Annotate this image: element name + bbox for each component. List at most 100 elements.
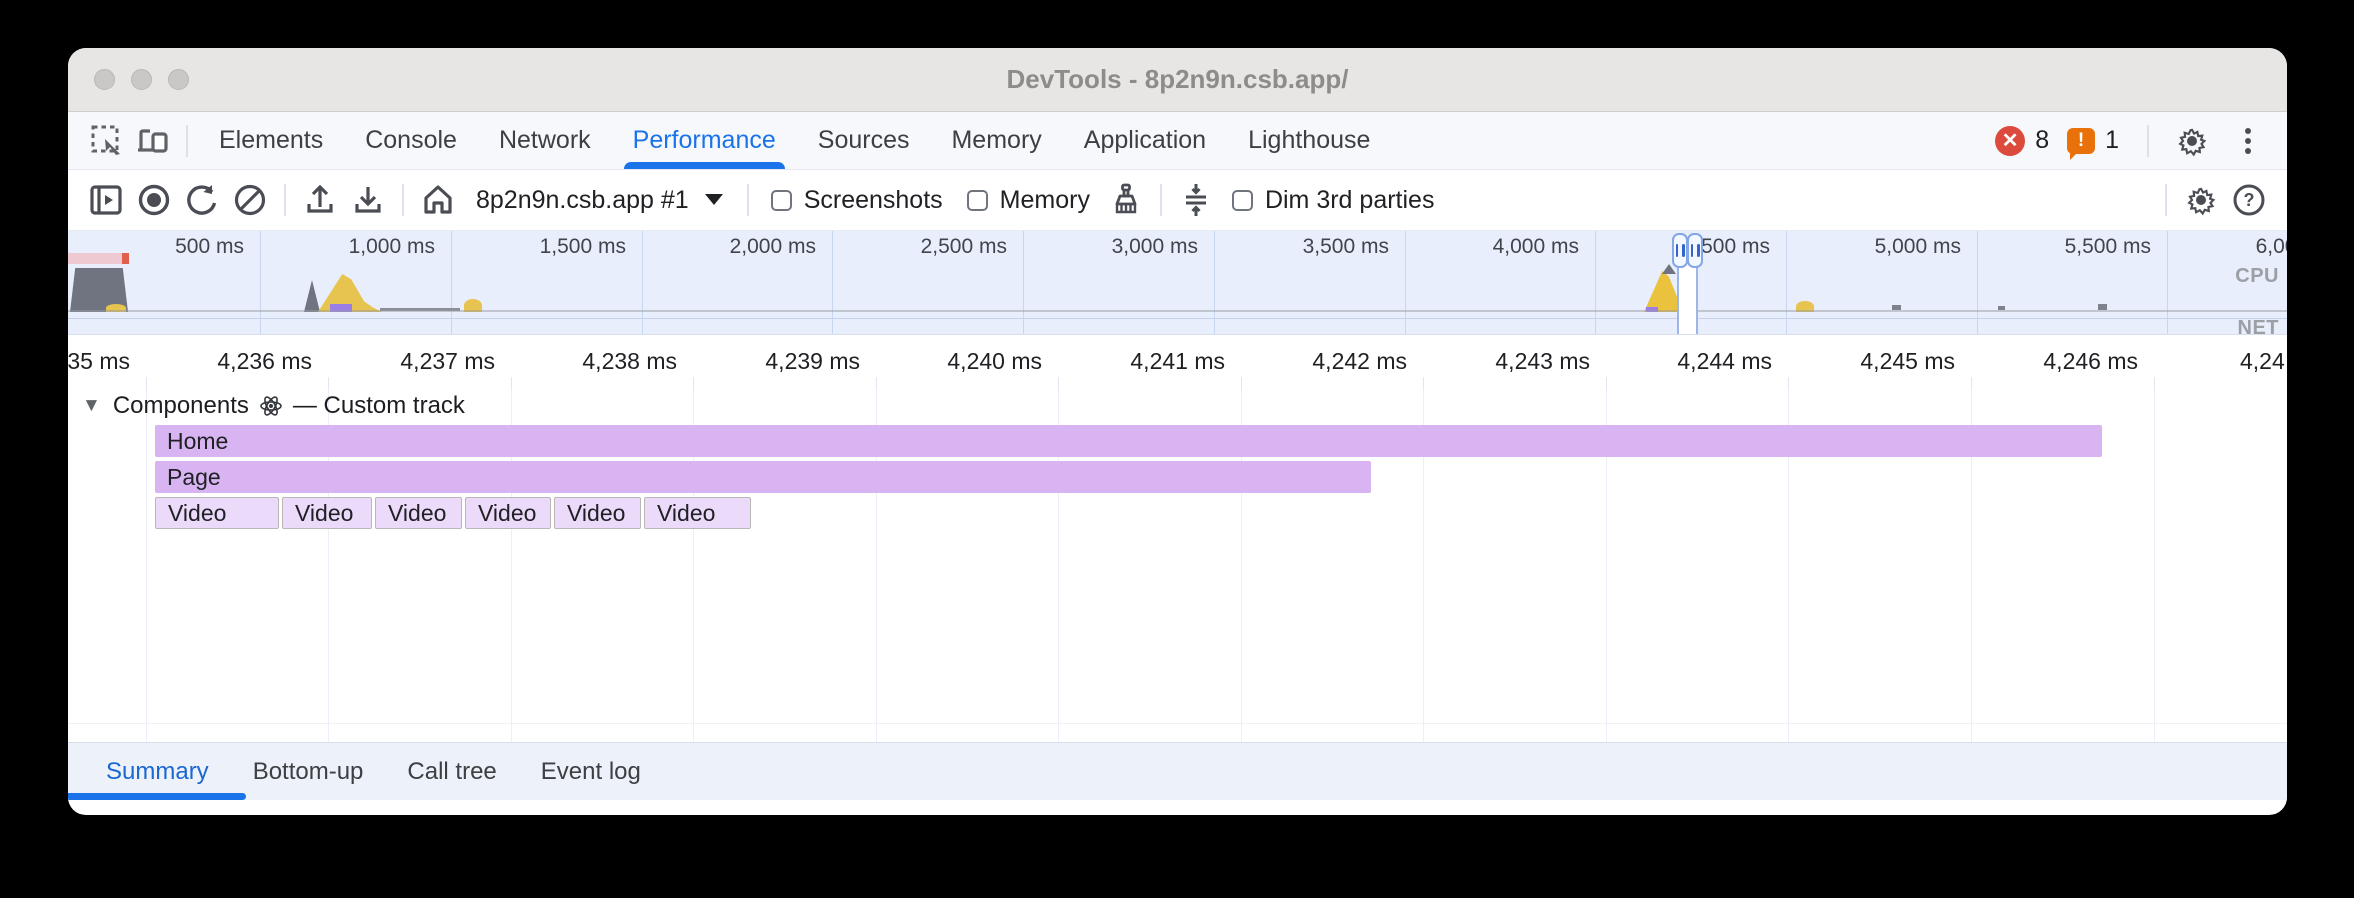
drawer-tab-bottom-up[interactable]: Bottom-up: [231, 743, 386, 800]
inspect-element-button[interactable]: [84, 119, 130, 163]
ruler-tick-mark: [1058, 377, 1059, 390]
gear-icon: [2175, 124, 2209, 158]
clear-button[interactable]: [226, 177, 274, 223]
home-button[interactable]: [414, 177, 462, 223]
devtools-window: DevTools - 8p2n9n.csb.app/ ElementsConso…: [68, 48, 2287, 815]
ruler-tick-label: 4,244 ms: [1602, 348, 1780, 375]
ruler-tick-label: 4,245 ms: [1785, 348, 1963, 375]
dim-3rd-parties-checkbox[interactable]: Dim 3rd parties: [1220, 186, 1447, 215]
tab-console[interactable]: Console: [344, 112, 478, 169]
window-controls: [94, 48, 189, 111]
drawer-tab-summary[interactable]: Summary: [84, 743, 231, 800]
cpu-strip-label: CPU: [2235, 265, 2279, 288]
overview-tick-label: 5,500 ms: [1981, 235, 2159, 259]
zoom-window-button[interactable]: [168, 69, 189, 90]
ruler-tick-label: 4,238 ms: [507, 348, 685, 375]
flame-bar-video[interactable]: Video: [375, 497, 462, 529]
disclosure-triangle-icon[interactable]: ▼: [82, 395, 101, 417]
drawer-tab-call-tree[interactable]: Call tree: [385, 743, 518, 800]
overview-tick-label: 6,000 ms: [2172, 235, 2287, 259]
ruler-tick-label: 4,237 ms: [325, 348, 503, 375]
custom-track-header[interactable]: ▼ Components — Custom track: [82, 392, 465, 420]
divider: [747, 184, 749, 216]
ruler-tick-label: 4,236 ms: [142, 348, 320, 375]
divider: [284, 184, 286, 216]
collect-garbage-button[interactable]: [1102, 177, 1150, 223]
overview-gridline: [1405, 231, 1406, 334]
selection-handle-right[interactable]: [1687, 233, 1703, 268]
screenshots-checkbox[interactable]: Screenshots: [759, 186, 955, 215]
track-title: Components: [113, 392, 249, 420]
target-selector-value: 8p2n9n.csb.app #1: [476, 186, 689, 215]
overview-gridline: [1214, 231, 1215, 334]
checkbox-label: Dim 3rd parties: [1265, 186, 1435, 215]
tab-application[interactable]: Application: [1063, 112, 1227, 169]
selection-handle-left[interactable]: [1672, 233, 1688, 268]
shortcuts-dialog-button[interactable]: [1172, 177, 1220, 223]
load-profile-button[interactable]: [296, 177, 344, 223]
ruler-tick-label: 4,240 ms: [872, 348, 1050, 375]
overview-gridline: [832, 231, 833, 334]
checkbox-box: [967, 190, 988, 211]
error-badge-icon[interactable]: ✕: [1995, 126, 2025, 156]
settings-button[interactable]: [2169, 119, 2215, 163]
divider: [186, 125, 188, 157]
panel-play-icon: [88, 182, 124, 218]
target-selector[interactable]: 8p2n9n.csb.app #1: [462, 186, 737, 215]
chevron-down-icon: [705, 194, 723, 214]
toggle-device-toolbar-button[interactable]: [130, 119, 176, 163]
overview-gridline: [451, 231, 452, 334]
record-button[interactable]: [130, 177, 178, 223]
ruler-tick-mark: [1971, 377, 1972, 390]
checkbox-label: Memory: [1000, 186, 1090, 215]
device-toolbar-icon: [136, 124, 170, 158]
ruler-tick-label: 4,246 ms: [1968, 348, 2146, 375]
tab-sources[interactable]: Sources: [797, 112, 931, 169]
flame-bar-video[interactable]: Video: [644, 497, 751, 529]
timeline-ruler[interactable]: 35 ms4,236 ms4,237 ms4,238 ms4,239 ms4,2…: [68, 335, 2287, 390]
flame-bar-video[interactable]: Video: [465, 497, 551, 529]
checkbox-label: Screenshots: [804, 186, 943, 215]
drawer-tabs: SummaryBottom-upCall treeEvent log: [84, 743, 663, 800]
tab-elements[interactable]: Elements: [198, 112, 344, 169]
overview-tick-label: 1,500 ms: [456, 235, 634, 259]
record-icon: [136, 182, 172, 218]
selection-window-line: [1677, 261, 1679, 334]
capture-settings-button[interactable]: [2177, 177, 2225, 223]
title-bar: DevTools - 8p2n9n.csb.app/: [68, 48, 2287, 112]
flame-bar-page[interactable]: Page: [155, 461, 1371, 493]
flame-bar-video[interactable]: Video: [554, 497, 641, 529]
ruler-tick-mark: [146, 377, 147, 390]
tab-network[interactable]: Network: [478, 112, 612, 169]
tab-lighthouse[interactable]: Lighthouse: [1227, 112, 1391, 169]
drawer-tab-event-log[interactable]: Event log: [519, 743, 663, 800]
minimize-window-button[interactable]: [131, 69, 152, 90]
flame-bar-home[interactable]: Home: [155, 425, 2102, 457]
overview-tick-label: 1,000 ms: [265, 235, 443, 259]
overview-tick-label: 2,000 ms: [646, 235, 824, 259]
ruler-tick-mark: [511, 377, 512, 390]
flame-chart-area[interactable]: ▼ Components — Custom track Home Page Vide…: [68, 390, 2287, 742]
tab-performance[interactable]: Performance: [612, 112, 797, 169]
close-window-button[interactable]: [94, 69, 115, 90]
flame-bar-video[interactable]: Video: [155, 497, 279, 529]
timeline-overview[interactable]: CPU NET 500 ms1,000 ms1,500 ms2,000 ms2,…: [68, 231, 2287, 335]
record-and-reload-button[interactable]: [178, 177, 226, 223]
help-button[interactable]: ?: [2225, 177, 2273, 223]
memory-checkbox[interactable]: Memory: [955, 186, 1102, 215]
svg-text:?: ?: [2244, 190, 2255, 210]
overview-tick-label: 2,500 ms: [837, 235, 1015, 259]
issues-count[interactable]: 1: [2105, 126, 2119, 155]
tab-memory[interactable]: Memory: [930, 112, 1062, 169]
error-count[interactable]: 8: [2035, 126, 2049, 155]
ruler-tick-label: 4,242 ms: [1237, 348, 1415, 375]
save-profile-button[interactable]: [344, 177, 392, 223]
more-options-button[interactable]: [2225, 119, 2271, 163]
divider: [1160, 184, 1162, 216]
track-title-suffix: — Custom track: [293, 392, 465, 420]
live-metrics-panel-button[interactable]: [82, 177, 130, 223]
flame-bar-video[interactable]: Video: [282, 497, 372, 529]
collapse-arrows-icon: [1178, 182, 1214, 218]
warning-badge-icon[interactable]: !: [2067, 128, 2095, 154]
broom-icon: [1108, 182, 1144, 218]
